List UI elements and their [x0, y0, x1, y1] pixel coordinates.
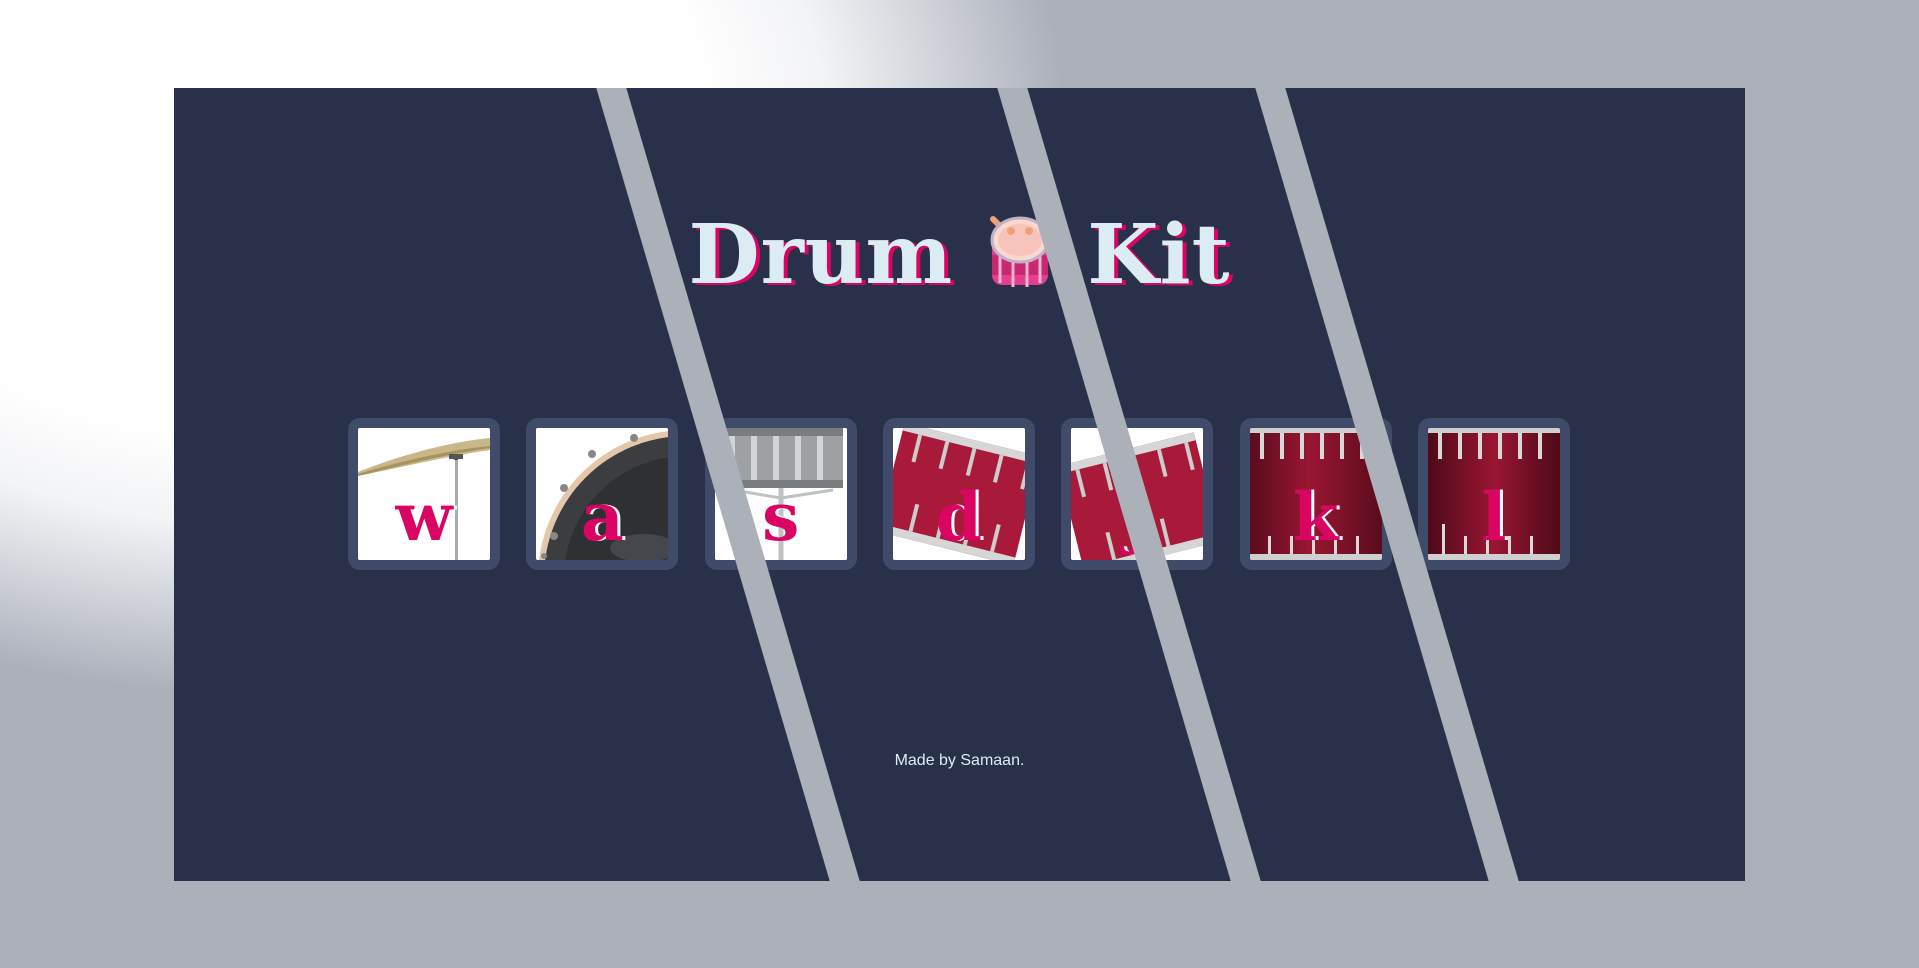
drum-button-w[interactable]: w: [348, 418, 500, 570]
title-word-drum: Drum: [688, 206, 954, 303]
footer-credit: Made by Samaan.: [894, 752, 1025, 769]
drum-button-s[interactable]: s: [704, 418, 857, 570]
drum-key-label: l: [1481, 478, 1507, 556]
drum-key-label: w: [395, 478, 453, 556]
drum-button-k[interactable]: k: [1239, 418, 1392, 570]
drum-emoji-icon: [975, 205, 1065, 295]
drum-kit-panel: Drum Kit w a s d j k l Made by Samaan.: [174, 88, 1745, 881]
drum-button-j[interactable]: j: [1061, 418, 1214, 570]
title-word-kit: Kit: [1087, 206, 1231, 303]
drum-set: w a s d j k l: [348, 418, 1570, 570]
drum-key-label: s: [762, 478, 800, 556]
drum-button-d[interactable]: d: [882, 418, 1035, 570]
drum-button-a[interactable]: a: [526, 418, 679, 570]
page-title: Drum Kit: [174, 205, 1745, 304]
drum-key-label: a: [580, 478, 624, 556]
drum-key-label: j: [1125, 478, 1150, 556]
drum-key-label: d: [935, 478, 983, 556]
drum-button-l[interactable]: l: [1417, 418, 1570, 570]
drum-key-label: k: [1292, 478, 1339, 556]
